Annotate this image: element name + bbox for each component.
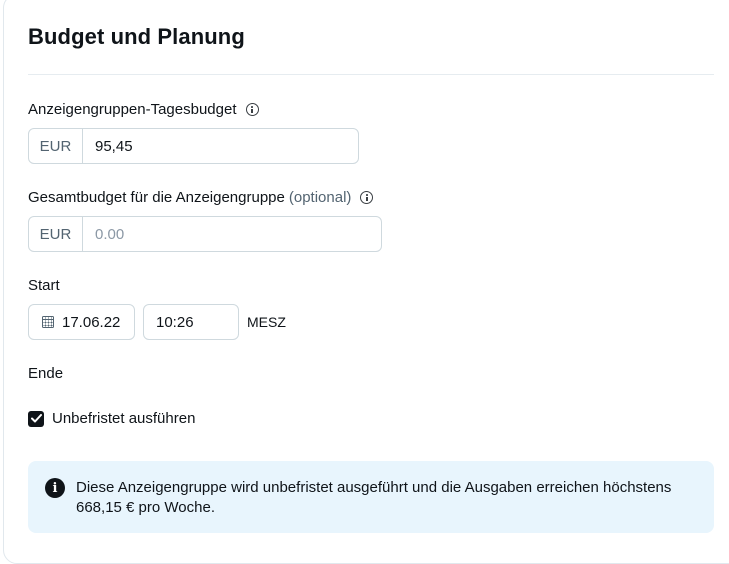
info-filled-icon: i — [45, 478, 65, 498]
start-label: Start — [28, 277, 60, 294]
run-indefinitely-checkbox[interactable] — [28, 410, 44, 427]
run-indefinitely-label: Unbefristet ausführen — [52, 410, 196, 427]
start-time-input[interactable]: 10:26 — [143, 304, 239, 340]
run-indefinitely-option[interactable]: Unbefristet ausführen — [28, 410, 195, 427]
total-budget-input[interactable]: 0.00 — [83, 217, 381, 251]
start-time-value: 10:26 — [156, 313, 194, 331]
start-date-value: 17.06.22 — [62, 313, 121, 331]
info-notice: i Diese Anzeigengruppe wird unbefristet … — [28, 461, 714, 533]
divider — [28, 74, 714, 75]
daily-budget-input-group: EUR 95,45 — [28, 128, 359, 164]
timezone-label: MESZ — [247, 314, 286, 330]
section-title: Budget und Planung — [28, 24, 245, 49]
end-label-text: Ende — [28, 365, 64, 382]
currency-prefix: EUR — [29, 217, 83, 251]
info-icon[interactable] — [245, 103, 259, 116]
info-icon[interactable] — [360, 191, 374, 204]
optional-label: (optional) — [288, 189, 352, 206]
total-budget-label-text: Gesamtbudget für die Anzeigengruppe — [28, 189, 285, 206]
end-label: Ende — [28, 365, 63, 382]
daily-budget-label-text: Anzeigengruppen-Tagesbudget — [28, 101, 237, 118]
calendar-icon — [42, 316, 54, 328]
daily-budget-input[interactable]: 95,45 — [83, 129, 358, 163]
checkmark-icon — [30, 414, 42, 423]
total-budget-label: Gesamtbudget für die Anzeigengruppe (opt… — [28, 189, 374, 206]
start-label-text: Start — [28, 277, 60, 294]
currency-prefix: EUR — [29, 129, 83, 163]
daily-budget-label: Anzeigengruppen-Tagesbudget — [28, 101, 259, 118]
total-budget-input-group: EUR 0.00 — [28, 216, 382, 252]
notice-text: Diese Anzeigengruppe wird unbefristet au… — [76, 479, 672, 516]
start-date-picker[interactable]: 17.06.22 — [28, 304, 135, 340]
